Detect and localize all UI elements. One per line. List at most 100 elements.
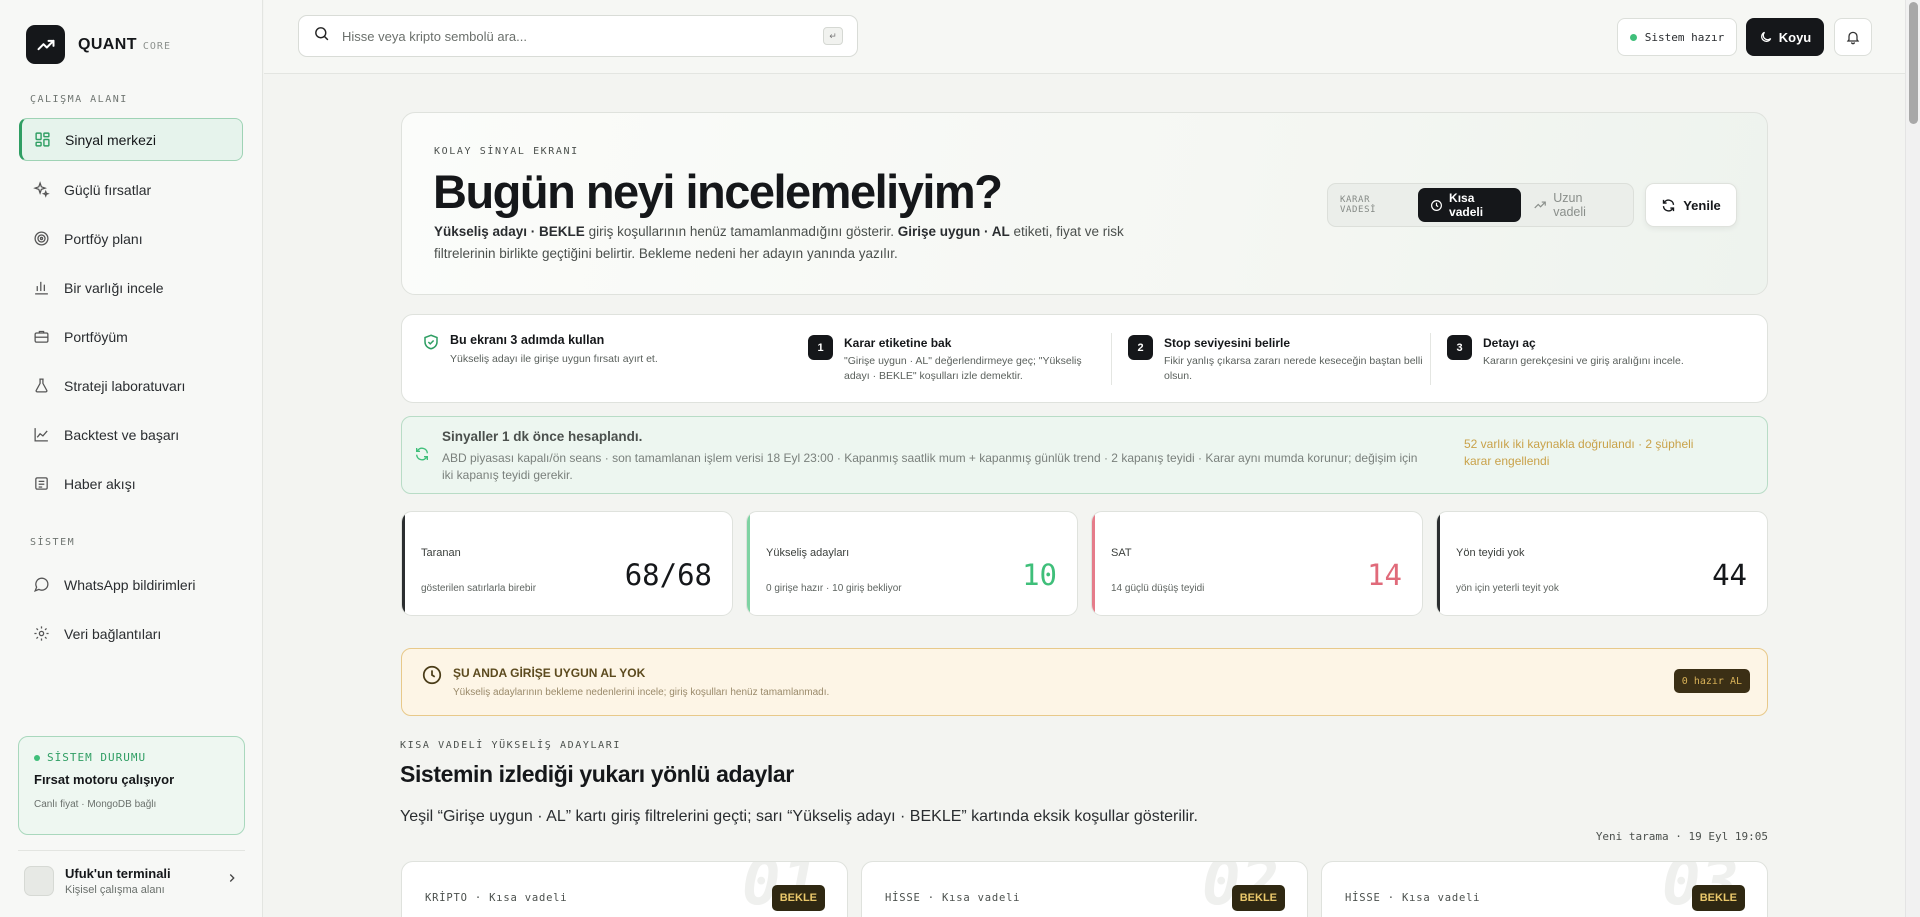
- chevron-right-icon: [225, 871, 239, 890]
- divider: [1111, 333, 1112, 385]
- sidebar-item-label: Sinyal merkezi: [65, 131, 157, 148]
- candidate-card[interactable]: 02 HİSSE · Kısa vadeli BEKLE: [861, 861, 1308, 917]
- short-term-option[interactable]: Kısa vadeli: [1418, 188, 1522, 222]
- candidate-card[interactable]: 03 HİSSE · Kısa vadeli BEKLE: [1321, 861, 1768, 917]
- step-sub: "Girişe uygun · AL" değerlendirmeye geç;…: [844, 355, 1082, 382]
- sidebar-item-label: Backtest ve başarı: [64, 426, 180, 443]
- search-input[interactable]: [342, 28, 823, 44]
- step-title: Stop seviyesini belirle: [1164, 336, 1291, 350]
- stat-label: Taranan: [421, 547, 461, 559]
- enter-key-hint: ↵: [823, 27, 843, 45]
- status-dot-icon: [1629, 33, 1637, 41]
- briefcase-icon: [32, 328, 50, 346]
- sidebar-item-backtest[interactable]: Backtest ve başarı: [19, 413, 243, 456]
- signal-freshness-notice: Sinyaller 1 dk önce hesaplandı. ABD piya…: [401, 416, 1768, 494]
- section-kicker: KISA VADELİ YÜKSELİŞ ADAYLARI: [400, 740, 621, 751]
- hero-panel: KOLAY SİNYAL EKRANI Bugün neyi incelemel…: [401, 112, 1768, 295]
- decision-horizon-label: KARAR VADESİ: [1340, 195, 1377, 215]
- stat-sub: 0 girişe hazır · 10 giriş bekliyor: [766, 583, 902, 594]
- sidebar-item-label: Haber akışı: [64, 475, 136, 492]
- stat-label: Yükseliş adayları: [766, 547, 850, 559]
- card-kicker: HİSSE · Kısa vadeli: [1345, 892, 1481, 904]
- system-ready-badge[interactable]: Sistem hazır: [1617, 18, 1737, 56]
- brand[interactable]: QUANT CORE: [26, 25, 171, 64]
- candidate-card[interactable]: 01 KRİPTO · Kısa vadeli BEKLE: [401, 861, 848, 917]
- stat-accent: [1092, 512, 1095, 615]
- avatar: [24, 865, 54, 896]
- system-status-label: SİSTEM DURUMU: [34, 751, 229, 764]
- brand-name: QUANT: [78, 35, 137, 53]
- search-box[interactable]: ↵: [298, 15, 858, 57]
- sidebar-item-data-connections[interactable]: Veri bağlantıları: [19, 612, 243, 655]
- newspaper-icon: [32, 475, 50, 493]
- notifications-button[interactable]: [1834, 18, 1872, 56]
- line-chart-icon: [32, 426, 50, 444]
- page-scrollbar[interactable]: [1905, 0, 1920, 917]
- dark-mode-button[interactable]: Koyu: [1746, 18, 1824, 56]
- stat-value: 68/68: [624, 558, 712, 592]
- user-sub: Kişisel çalışma alanı: [65, 883, 165, 896]
- stat-card-rise-candidates[interactable]: Yükseliş adayları 0 girişe hazır · 10 gi…: [746, 511, 1078, 616]
- search-icon: [313, 25, 330, 47]
- stat-accent: [747, 512, 750, 615]
- clock-icon: [421, 664, 443, 691]
- sidebar-item-my-portfolio[interactable]: Portföyüm: [19, 315, 243, 358]
- hero-kicker: KOLAY SİNYAL EKRANI: [434, 146, 579, 157]
- step-2: 2 Stop seviyesini belirle Fikir yanlış ç…: [1128, 335, 1423, 384]
- sidebar-item-label: Bir varlığı incele: [64, 279, 164, 296]
- stat-card-scanned[interactable]: Taranan gösterilen satırlarla birebir 68…: [401, 511, 733, 616]
- bell-icon: [1845, 29, 1861, 45]
- clock-icon: [1430, 199, 1443, 212]
- stat-sub: yön için yeterli teyit yok: [1456, 583, 1559, 594]
- step-sub: Fikir yanlış çıkarsa zararı nerede kesec…: [1164, 355, 1423, 382]
- sidebar-item-label: Güçlü fırsatlar: [64, 181, 152, 198]
- scan-timestamp: Yeni tarama · 19 Eyl 19:05: [1595, 830, 1768, 843]
- steps-panel: Bu ekranı 3 adımda kullan Yükseliş adayı…: [401, 314, 1768, 403]
- refresh-button[interactable]: Yenile: [1645, 183, 1737, 227]
- decision-horizon-toggle: KARAR VADESİ Kısa vadeli Uzun vadeli: [1327, 183, 1634, 227]
- stat-card-no-direction[interactable]: Yön teyidi yok yön için yeterli teyit yo…: [1436, 511, 1768, 616]
- sidebar-item-strategy-lab[interactable]: Strateji laboratuvarı: [19, 364, 243, 407]
- shield-check-icon: [422, 333, 440, 365]
- wait-badge: BEKLE: [1231, 885, 1285, 911]
- page-title: Bugün neyi incelemeliyim?: [433, 165, 1003, 218]
- section-description: Yeşil “Girişe uygun · AL” kartı giriş fi…: [400, 808, 1198, 825]
- step-title: Detayı aç: [1483, 336, 1536, 350]
- stat-sub: 14 güçlü düşüş teyidi: [1111, 583, 1205, 594]
- status-dot-icon: [34, 754, 40, 761]
- user-terminal[interactable]: Ufuk'un terminali Kişisel çalışma alanı: [18, 850, 245, 910]
- steps-intro-title: Bu ekranı 3 adımda kullan: [450, 333, 605, 347]
- scrollbar-thumb[interactable]: [1909, 2, 1918, 124]
- no-buy-alert: ŞU ANDA GİRİŞE UYGUN AL YOK Yükseliş ada…: [401, 648, 1768, 716]
- step-3: 3 Detayı aç Kararın gerekçesini ve giriş…: [1447, 335, 1684, 369]
- stat-value: 44: [1712, 558, 1747, 592]
- gear-icon: [32, 625, 50, 643]
- sidebar-item-portfolio-plan[interactable]: Portföy planı: [19, 217, 243, 260]
- moon-icon: [1759, 30, 1773, 44]
- step-title: Karar etiketine bak: [844, 336, 952, 350]
- refresh-icon: [1661, 198, 1676, 213]
- stat-card-sell[interactable]: SAT 14 güçlü düşüş teyidi 14: [1091, 511, 1423, 616]
- alert-sub: Yükseliş adaylarının bekleme nedenlerini…: [453, 687, 830, 698]
- step-number: 1: [808, 335, 833, 360]
- alert-title: ŞU ANDA GİRİŞE UYGUN AL YOK: [453, 666, 646, 680]
- sidebar-item-whatsapp[interactable]: WhatsApp bildirimleri: [19, 563, 243, 606]
- system-status-card: SİSTEM DURUMU Fırsat motoru çalışıyor Ca…: [18, 736, 245, 835]
- step-1: 1 Karar etiketine bak "Girişe uygun · AL…: [808, 335, 1082, 384]
- grid-icon: [33, 131, 51, 149]
- sidebar-item-strong-opportunities[interactable]: Güçlü fırsatlar: [19, 168, 243, 211]
- long-term-option[interactable]: Uzun vadeli: [1521, 188, 1628, 222]
- sparkle-icon: [32, 181, 50, 199]
- hero-description: Yükseliş adayı · BEKLE giriş koşullarını…: [434, 224, 1124, 261]
- sidebar-item-news-feed[interactable]: Haber akışı: [19, 462, 243, 505]
- target-icon: [32, 230, 50, 248]
- stat-value: 14: [1367, 558, 1402, 592]
- stat-value: 10: [1022, 558, 1057, 592]
- sidebar-item-signal-center[interactable]: Sinyal merkezi: [19, 118, 243, 161]
- sidebar-item-label: Portföyüm: [64, 328, 128, 345]
- sidebar-item-inspect-asset[interactable]: Bir varlığı incele: [19, 266, 243, 309]
- sidebar-item-label: Strateji laboratuvarı: [64, 377, 186, 394]
- sidebar-item-label: Veri bağlantıları: [64, 625, 162, 642]
- brand-sub: CORE: [142, 41, 171, 52]
- wait-badge: BEKLE: [771, 885, 825, 911]
